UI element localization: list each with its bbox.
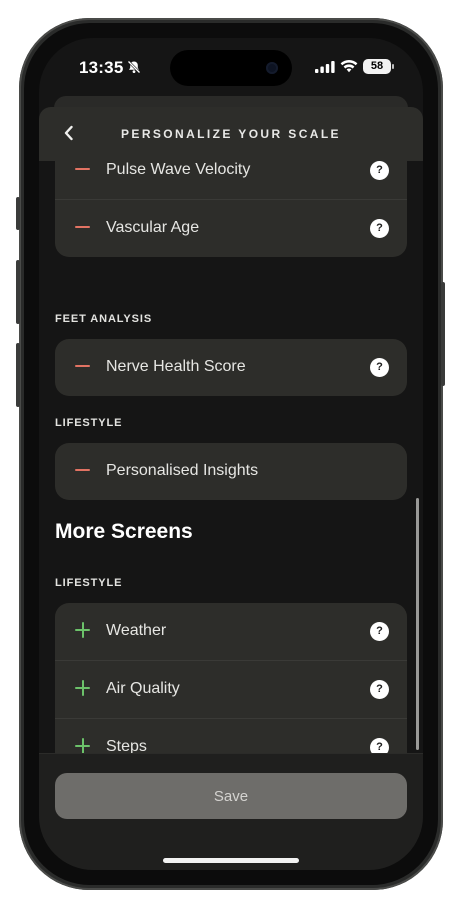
minus-icon[interactable] xyxy=(75,358,91,374)
list-item-label: Personalised Insights xyxy=(106,462,259,479)
plus-icon[interactable] xyxy=(75,680,91,696)
list-item[interactable]: Steps ? xyxy=(55,719,407,753)
list-item-label: Weather xyxy=(106,622,167,639)
vascular-metrics-card: Pulse Wave Velocity ? Vascular Age ? xyxy=(55,161,407,257)
list-item-label: Nerve Health Score xyxy=(106,358,246,375)
volume-down-button xyxy=(16,343,20,407)
list-item[interactable]: Personalised Insights xyxy=(55,443,407,500)
bell-slash-icon xyxy=(127,60,141,74)
action-button xyxy=(16,197,20,230)
help-icon[interactable]: ? xyxy=(370,161,389,180)
power-button xyxy=(441,282,445,386)
section-title-lifestyle: LIFESTYLE xyxy=(55,417,123,429)
more-screens-heading: More Screens xyxy=(55,520,193,543)
list-item-label: Vascular Age xyxy=(106,219,200,236)
header-bar: PERSONALIZE YOUR SCALE xyxy=(39,107,423,161)
front-camera xyxy=(266,62,278,74)
screen: 13:35 58 PERSONALIZE YOUR SCALE Pulse Wa xyxy=(39,38,423,870)
lifestyle-active-card: Personalised Insights xyxy=(55,443,407,500)
list-item[interactable]: Air Quality ? xyxy=(55,661,407,719)
help-icon[interactable]: ? xyxy=(370,622,389,641)
minus-icon[interactable] xyxy=(75,219,91,235)
list-item[interactable]: Vascular Age ? xyxy=(55,200,407,257)
battery-tip xyxy=(392,64,394,69)
section-title-lifestyle-more: LIFESTYLE xyxy=(55,577,123,589)
list-item[interactable]: Pulse Wave Velocity ? xyxy=(55,161,407,200)
help-icon[interactable]: ? xyxy=(370,680,389,699)
minus-icon[interactable] xyxy=(75,161,91,177)
list-item-label: Air Quality xyxy=(106,680,180,697)
help-icon[interactable]: ? xyxy=(370,738,389,753)
more-screens-card: Weather ? Air Quality ? Steps ? xyxy=(55,603,407,753)
list-item-label: Pulse Wave Velocity xyxy=(106,161,251,178)
cellular-signal-icon xyxy=(315,61,335,73)
list-item-label: Steps xyxy=(106,738,147,753)
scrollbar[interactable] xyxy=(416,498,419,750)
feet-analysis-card: Nerve Health Score ? xyxy=(55,339,407,396)
section-title-feet-analysis: FEET ANALYSIS xyxy=(55,313,153,325)
save-button[interactable]: Save xyxy=(55,773,407,819)
help-icon[interactable]: ? xyxy=(370,219,389,238)
plus-icon[interactable] xyxy=(75,622,91,638)
footer: Save xyxy=(39,753,423,870)
list-item[interactable]: Weather ? xyxy=(55,603,407,661)
plus-icon[interactable] xyxy=(75,738,91,753)
volume-up-button xyxy=(16,260,20,324)
list-item[interactable]: Nerve Health Score ? xyxy=(55,339,407,396)
page-title: PERSONALIZE YOUR SCALE xyxy=(121,127,341,141)
status-time: 13:35 xyxy=(79,58,124,77)
wifi-icon xyxy=(340,60,358,73)
home-indicator[interactable] xyxy=(163,858,299,863)
minus-icon[interactable] xyxy=(75,462,91,478)
scroll-content[interactable]: Pulse Wave Velocity ? Vascular Age ? FEE… xyxy=(39,161,423,753)
help-icon[interactable]: ? xyxy=(370,358,389,377)
battery-indicator: 58 xyxy=(363,59,391,74)
